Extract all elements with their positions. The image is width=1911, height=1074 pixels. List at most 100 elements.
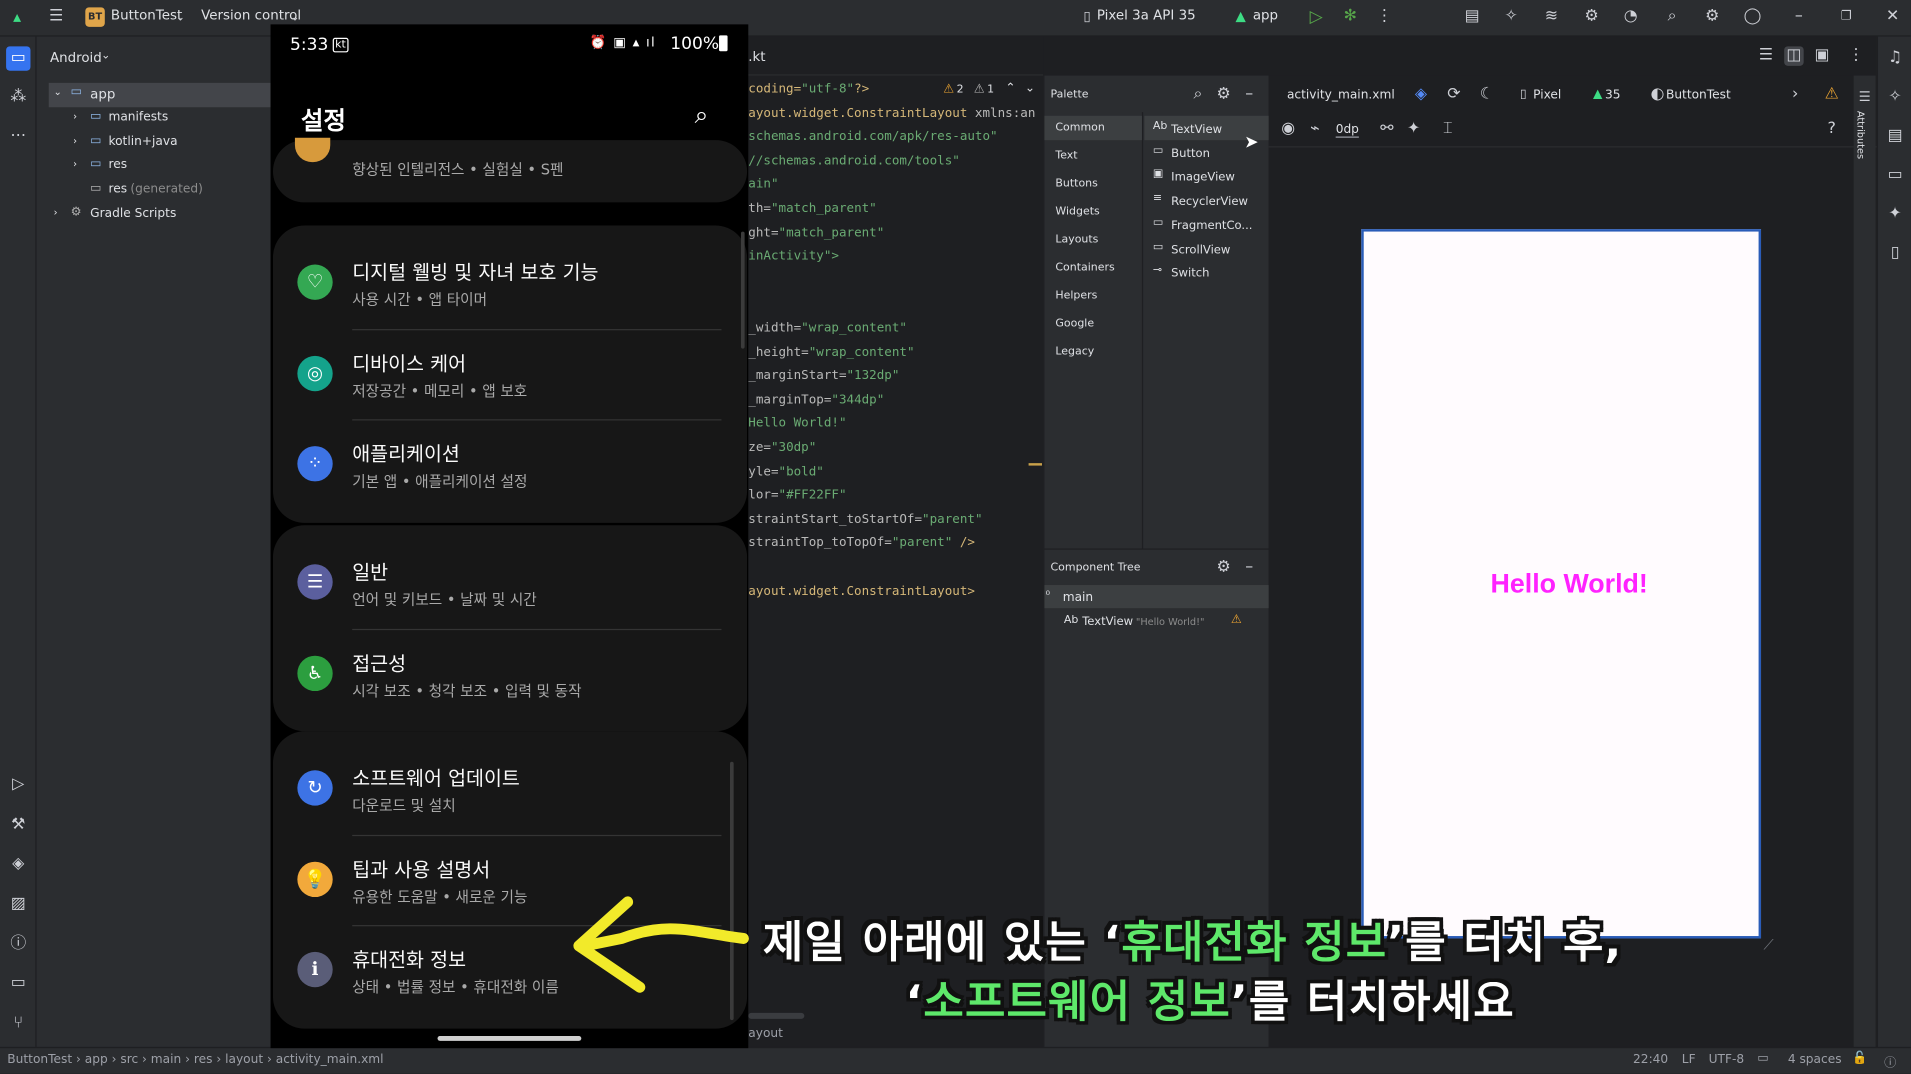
palette-widget[interactable]: RecyclerView: [1171, 195, 1248, 208]
settings-item[interactable]: ♿ 접근성 시각 보조 • 청각 보조 • 입력 및 동작: [297, 628, 736, 718]
palette-widget[interactable]: Switch: [1171, 267, 1209, 280]
device-preview[interactable]: Hello World!: [1361, 229, 1762, 939]
gemini-icon[interactable]: ✧: [1501, 7, 1520, 27]
code-view-icon[interactable]: ☰: [1756, 46, 1775, 66]
settings-item[interactable]: ♡ 디지털 웰빙 및 자녀 보호 기능 사용 시간 • 앱 타이머: [297, 238, 736, 328]
settings-item[interactable]: ☰ 일반 언어 및 키보드 • 날짜 및 시간: [297, 537, 736, 627]
collapse-arrow-icon[interactable]: ›: [54, 207, 58, 218]
previous-highlight-icon[interactable]: ⌃: [1005, 82, 1015, 95]
gemini-icon[interactable]: ✧: [1885, 88, 1904, 108]
guidelines-icon[interactable]: ⌶: [1438, 119, 1457, 139]
design-view-icon[interactable]: ▣: [1812, 46, 1831, 66]
resource-manager-icon[interactable]: ⁂: [9, 88, 28, 108]
device-selector[interactable]: Pixel: [1533, 89, 1561, 102]
build-tool-icon[interactable]: ⚒: [9, 815, 28, 835]
close-icon[interactable]: ✕: [1883, 7, 1902, 27]
more-actions-icon[interactable]: ⋮: [1375, 7, 1394, 27]
breadcrumb-item[interactable]: main: [151, 1053, 181, 1066]
sync-icon[interactable]: ≋: [1542, 7, 1561, 27]
sdk-manager-icon[interactable]: ⚙: [1582, 7, 1601, 27]
running-devices-icon[interactable]: ▭: [1885, 166, 1904, 186]
component-root[interactable]: main: [1063, 591, 1093, 604]
settings-item[interactable]: ⁘ 애플리케이션 기본 앱 • 애플리케이션 설정: [297, 419, 736, 509]
orientation-icon[interactable]: ⟳: [1444, 85, 1463, 105]
palette-widget[interactable]: ScrollView: [1171, 243, 1230, 256]
debug-icon[interactable]: ✻: [1341, 7, 1360, 27]
expand-arrow-icon[interactable]: ⌄: [54, 87, 62, 98]
layout-file-selector[interactable]: activity_main.xml: [1287, 89, 1395, 102]
project-tool-icon[interactable]: ▭: [6, 46, 31, 71]
breadcrumb-item[interactable]: layout: [225, 1053, 263, 1066]
home-indicator[interactable]: [437, 1035, 582, 1041]
help-icon[interactable]: ?: [1822, 119, 1841, 139]
more-icon[interactable]: ⋮: [1846, 46, 1865, 66]
tree-item-gradle-scripts[interactable]: Gradle Scripts: [90, 207, 176, 220]
notifications-icon[interactable]: ♫: [1885, 49, 1904, 69]
settings-item[interactable]: ↻ 소프트웨어 업데이트 다운로드 및 설치: [297, 743, 736, 833]
run-tool-icon[interactable]: ▷: [9, 775, 28, 795]
autoconnect-icon[interactable]: ⌁: [1305, 119, 1324, 139]
scrollbar-thumb[interactable]: [740, 231, 745, 349]
breadcrumb-item[interactable]: activity_main.xml: [276, 1053, 384, 1066]
search-icon[interactable]: ⌕: [1188, 85, 1207, 105]
context-icon[interactable]: ▭: [1757, 1052, 1769, 1065]
search-icon[interactable]: ⌕: [695, 100, 709, 129]
minimize-icon[interactable]: –: [1789, 7, 1808, 27]
palette-widget[interactable]: ImageView: [1171, 171, 1235, 184]
palette-category[interactable]: Layouts: [1055, 234, 1098, 246]
attributes-icon[interactable]: ☰: [1855, 88, 1874, 108]
project-view-selector[interactable]: Android: [50, 50, 102, 66]
tree-item-manifests[interactable]: manifests: [108, 111, 168, 124]
device-mirroring-icon[interactable]: ▤: [1885, 127, 1904, 147]
hide-icon[interactable]: –: [1239, 558, 1258, 578]
tree-item-res[interactable]: res: [108, 158, 127, 171]
problems-icon[interactable]: ⓘ: [9, 935, 28, 955]
terminal-icon[interactable]: ▭: [9, 974, 28, 994]
settings-item[interactable]: ◎ 디바이스 케어 저장공간 • 메모리 • 앱 보호: [297, 328, 736, 418]
logcat-icon[interactable]: ▨: [9, 895, 28, 915]
collapse-arrow-icon[interactable]: ›: [73, 158, 77, 169]
palette-category[interactable]: Common: [1055, 122, 1104, 134]
settings-icon[interactable]: ⚙: [1703, 7, 1722, 27]
warning-icon[interactable]: ⚠: [1231, 613, 1242, 626]
view-options-icon[interactable]: ◉: [1278, 119, 1297, 139]
file-encoding[interactable]: UTF-8: [1709, 1053, 1745, 1066]
main-menu-icon[interactable]: ☰: [46, 7, 65, 27]
tree-item-res-generated[interactable]: res: [108, 183, 127, 196]
profiler-icon[interactable]: ◔: [1621, 7, 1640, 27]
indent-setting[interactable]: 4 spaces: [1788, 1053, 1842, 1066]
code-editor[interactable]: .kt ⚠ 2 ⚠ 1 ⌃ ⌄ coding="utf-8"?> ayout.wi…: [748, 36, 1044, 1047]
hide-icon[interactable]: –: [1239, 85, 1258, 105]
palette-widget[interactable]: TextView: [1171, 123, 1222, 136]
editor-tab[interactable]: .kt: [748, 49, 765, 65]
palette-category[interactable]: Google: [1055, 318, 1094, 330]
infer-constraints-icon[interactable]: ✦: [1404, 119, 1423, 139]
palette-widget[interactable]: Button: [1171, 147, 1210, 160]
notification-icon[interactable]: ⓘ: [1884, 1052, 1896, 1070]
settings-icon[interactable]: ⚙: [1214, 558, 1233, 578]
palette-category[interactable]: Widgets: [1055, 206, 1099, 218]
attributes-label[interactable]: Attributes: [1855, 111, 1866, 159]
next-highlight-icon[interactable]: ⌄: [1025, 82, 1035, 95]
restore-icon[interactable]: ❐: [1837, 7, 1856, 27]
device-manager-icon[interactable]: ▤: [1462, 7, 1481, 27]
settings-icon[interactable]: ⚙: [1214, 85, 1233, 105]
tree-item-app[interactable]: app: [90, 87, 115, 103]
design-mode-icon[interactable]: ◈: [1411, 85, 1430, 105]
collapse-arrow-icon[interactable]: ›: [73, 111, 77, 122]
chevron-right-icon[interactable]: ›: [1785, 85, 1804, 105]
lock-icon[interactable]: 🔓: [1852, 1052, 1867, 1065]
breadcrumb-item[interactable]: src: [120, 1053, 138, 1066]
night-mode-icon[interactable]: ☾: [1477, 85, 1496, 105]
split-view-icon[interactable]: ◫: [1784, 46, 1804, 66]
api-selector[interactable]: 35: [1605, 89, 1621, 102]
default-margin[interactable]: 0dp: [1335, 123, 1359, 138]
run-icon[interactable]: ▷: [1306, 7, 1325, 27]
breadcrumb-item[interactable]: ButtonTest: [7, 1053, 72, 1066]
more-tools-icon[interactable]: ⋯: [9, 127, 28, 147]
palette-category[interactable]: Containers: [1055, 262, 1114, 274]
palette-category[interactable]: Legacy: [1055, 346, 1094, 358]
app-quality-icon[interactable]: ◈: [9, 854, 28, 874]
theme-selector[interactable]: ButtonTest: [1666, 89, 1731, 102]
run-config-selector[interactable]: app: [1253, 7, 1278, 23]
